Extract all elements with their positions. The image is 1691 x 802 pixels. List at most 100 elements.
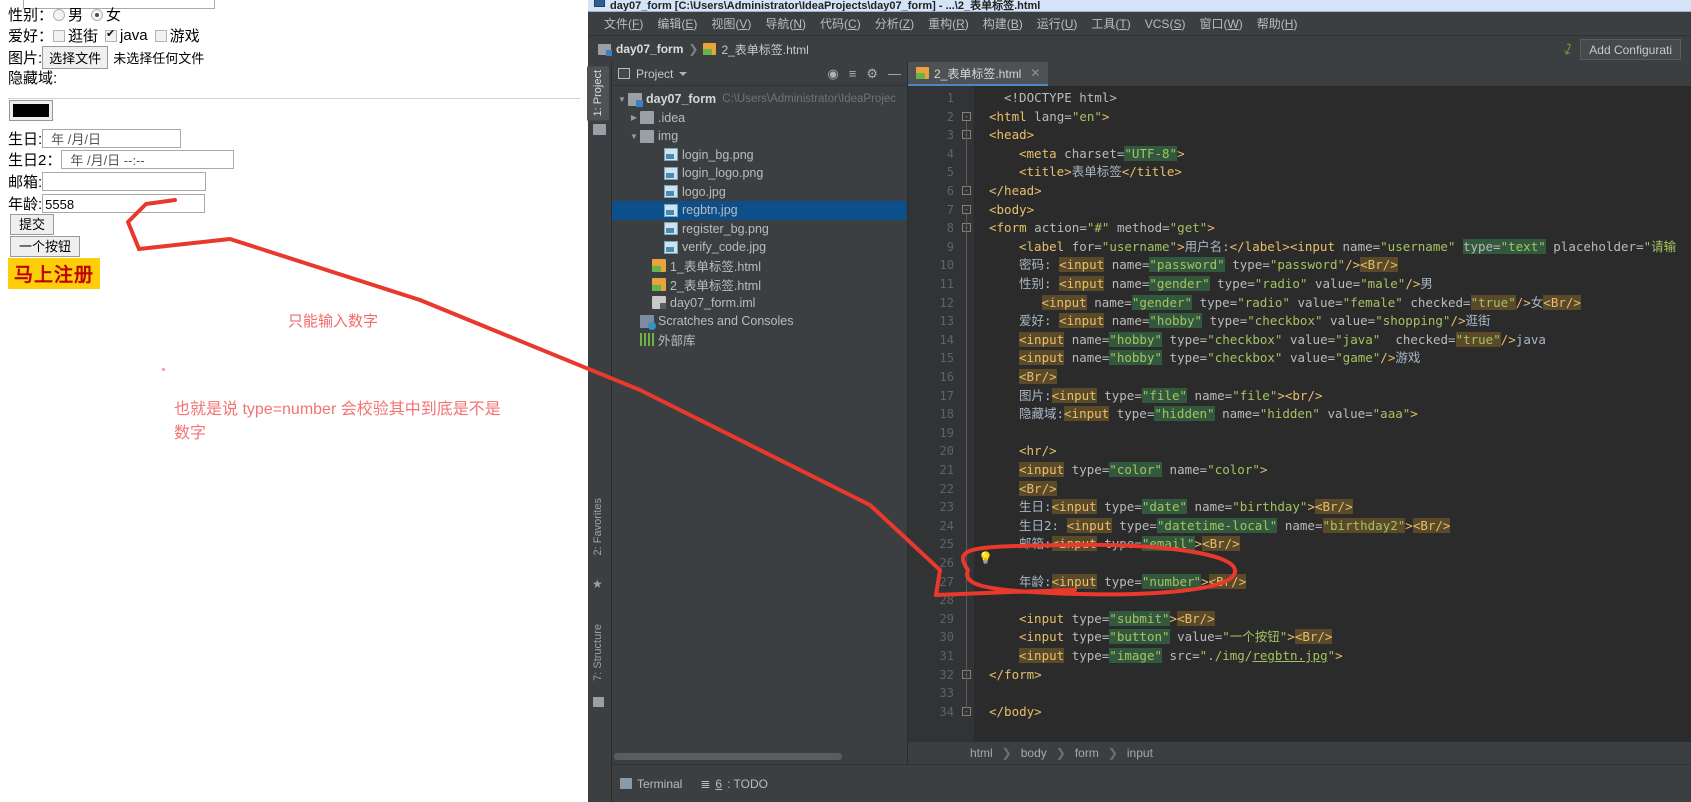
code-line[interactable]: 生日:<input type="date" name="birthday"><B… <box>974 498 1353 517</box>
build-hammer-icon[interactable]: ⤦ <box>1561 40 1575 59</box>
breadcrumb-item[interactable]: body <box>1021 746 1047 760</box>
breadcrumb-project[interactable]: day07_form <box>598 42 683 56</box>
close-icon[interactable]: ✕ <box>1030 66 1040 80</box>
menu-item-6[interactable]: 重构(R) <box>922 13 975 34</box>
tree-row[interactable]: 2_表单标签.html <box>612 275 907 294</box>
tree-twisty[interactable]: ▼ <box>616 95 628 104</box>
tree-twisty[interactable]: ▼ <box>628 132 640 141</box>
code-line[interactable]: 密码: <input name="password" type="passwor… <box>974 256 1398 275</box>
menu-item-2[interactable]: 视图(V) <box>705 13 757 34</box>
choose-file-button[interactable]: 选择文件 <box>42 46 109 69</box>
menu-item-7[interactable]: 构建(B) <box>977 13 1029 34</box>
breadcrumb-item[interactable]: form <box>1075 746 1099 760</box>
code-line[interactable]: <input name="hobby" type="checkbox" valu… <box>974 331 1546 350</box>
age-number-input[interactable]: 5558 <box>42 194 206 213</box>
code-line[interactable]: </body> <box>974 703 1042 722</box>
menu-item-12[interactable]: 帮助(H) <box>1251 13 1304 34</box>
code-line[interactable]: <input type="color" name="color"> <box>974 461 1267 480</box>
hobby-checkbox-game[interactable] <box>154 29 167 42</box>
code-line[interactable]: 年龄:<input type="number"><Br/> <box>974 573 1247 592</box>
fold-toggle-icon[interactable]: - <box>962 111 971 121</box>
chevron-down-icon[interactable] <box>679 71 688 76</box>
code-line[interactable]: <body> <box>974 201 1034 220</box>
gender-radio-female[interactable] <box>91 8 104 21</box>
tree-row[interactable]: 1_表单标签.html <box>612 257 907 276</box>
code-text[interactable]: <!DOCTYPE html> <html lang="en"> <head> <me… <box>974 86 1691 742</box>
hobby-checkbox-java[interactable] <box>105 28 118 42</box>
rail-item-project[interactable]: 1: Project <box>587 66 609 121</box>
code-line[interactable]: <Br/> <box>974 368 1057 387</box>
tree-row[interactable]: login_logo.png <box>612 164 907 183</box>
terminal-button[interactable]: Terminal <box>620 777 682 791</box>
fold-toggle-icon[interactable]: - <box>962 204 971 214</box>
code-line[interactable]: 性别: <input name="gender" type="radio" va… <box>974 275 1433 294</box>
menu-item-4[interactable]: 代码(C) <box>814 13 867 34</box>
birthday-date-input[interactable]: 年 /月/日 <box>42 129 182 148</box>
code-line[interactable]: <input type="button" value="一个按钮"><Br/> <box>974 628 1333 647</box>
code-editor[interactable]: 1 2 3 4 5 6 7 8 9 10 11 12 13 14 15 16 17 18 19 20 21 22 23 24 2… <box>908 86 1691 742</box>
menu-item-10[interactable]: VCS(S) <box>1139 15 1192 33</box>
code-line[interactable]: 生日2: <input type="datetime-local" name="… <box>974 517 1451 536</box>
tree-row[interactable]: verify_code.jpg <box>612 238 907 257</box>
code-line[interactable]: <input name="gender" type="radio" value=… <box>974 294 1581 313</box>
birthday2-datetime-input[interactable]: 年 /月/日 --:-- <box>61 150 235 169</box>
menu-item-5[interactable]: 分析(Z) <box>869 13 920 34</box>
tree-row[interactable]: ▼ img <box>612 127 907 146</box>
submit-button[interactable]: 提交 <box>10 214 55 235</box>
gear-icon[interactable]: ⚙ <box>866 66 878 82</box>
code-line[interactable]: <head> <box>974 126 1034 145</box>
tree-row[interactable]: ▼ day07_form C:\Users\Administrator\IdeaPr… <box>612 90 907 109</box>
tree-row[interactable]: regbtn.jpg <box>612 201 907 220</box>
tree-row[interactable]: day07_form.iml <box>612 294 907 313</box>
fold-toggle-icon[interactable]: - <box>962 186 971 195</box>
email-input[interactable] <box>42 172 207 191</box>
code-line[interactable]: <Br/> <box>974 480 1057 499</box>
code-line[interactable]: <label for="username">用户名:</label><input… <box>974 238 1676 257</box>
tree-twisty[interactable]: ▶ <box>628 113 640 122</box>
gender-radio-male[interactable] <box>53 8 66 21</box>
todo-button[interactable]: ≣ 6 : TODO <box>700 777 768 791</box>
project-horizontal-scrollbar[interactable] <box>614 753 904 760</box>
fold-toggle-icon[interactable]: - <box>962 706 971 716</box>
tree-row[interactable]: ▶ .idea <box>612 109 907 128</box>
code-line[interactable]: <hr/> <box>974 442 1057 461</box>
tree-row[interactable]: register_bg.png <box>612 220 907 239</box>
add-configuration-button[interactable]: Add Configurati <box>1580 39 1681 60</box>
tree-row[interactable]: logo.jpg <box>612 183 907 202</box>
breadcrumb-file[interactable]: 2_表单标签.html <box>703 41 809 58</box>
color-picker-input[interactable] <box>9 100 53 121</box>
rail-item-structure[interactable]: 7: Structure <box>587 620 609 685</box>
rail-item-favorites[interactable]: 2: Favorites <box>587 494 609 559</box>
code-line[interactable]: <input type="image" src="./img/regbtn.jp… <box>974 647 1343 666</box>
code-line[interactable]: 邮箱:<input type="email"><Br/> <box>974 535 1240 554</box>
locate-target-icon[interactable]: ◉ <box>827 66 838 82</box>
tree-row[interactable]: login_bg.png <box>612 146 907 165</box>
code-line[interactable]: 爱好: <input name="hobby" type="checkbox" … <box>974 312 1491 331</box>
code-line[interactable]: <form action="#" method="get"> <box>974 219 1215 238</box>
breadcrumb-item[interactable]: input <box>1127 746 1153 760</box>
menu-item-3[interactable]: 导航(N) <box>759 13 812 34</box>
tree-row[interactable]: Scratches and Consoles <box>612 312 907 331</box>
hobby-checkbox-shopping[interactable] <box>53 29 66 42</box>
plain-button[interactable]: 一个按钮 <box>10 236 81 257</box>
code-line[interactable]: <meta charset="UTF-8"> <box>974 145 1185 164</box>
code-line[interactable]: </form> <box>974 666 1042 685</box>
code-line[interactable]: 隐藏域:<input type="hidden" name="hidden" v… <box>974 405 1418 424</box>
intention-bulb-icon[interactable]: 💡 <box>978 551 993 565</box>
breadcrumb-item[interactable]: html <box>970 746 993 760</box>
register-image-button[interactable]: 马上注册 <box>8 258 101 289</box>
hide-panel-icon[interactable]: — <box>888 66 901 81</box>
code-line[interactable]: <!DOCTYPE html> <box>974 89 1117 108</box>
menu-item-9[interactable]: 工具(T) <box>1085 13 1136 34</box>
menu-item-1[interactable]: 编辑(E) <box>651 13 703 34</box>
menu-item-11[interactable]: 窗口(W) <box>1193 13 1248 34</box>
menu-item-0[interactable]: 文件(F) <box>598 13 649 34</box>
tree-row[interactable]: 外部库 <box>612 331 907 350</box>
code-line[interactable]: 图片:<input type="file" name="file"><br/> <box>974 387 1323 406</box>
code-line[interactable]: <input name="hobby" type="checkbox" valu… <box>974 349 1420 368</box>
code-line[interactable]: <title>表单标签</title> <box>974 163 1182 182</box>
code-line[interactable]: <html lang="en"> <box>974 108 1109 127</box>
menu-item-8[interactable]: 运行(U) <box>1031 13 1084 34</box>
code-line[interactable]: </head> <box>974 182 1042 201</box>
tab-2-form-tags-html[interactable]: 2_表单标签.html ✕ <box>908 62 1049 86</box>
